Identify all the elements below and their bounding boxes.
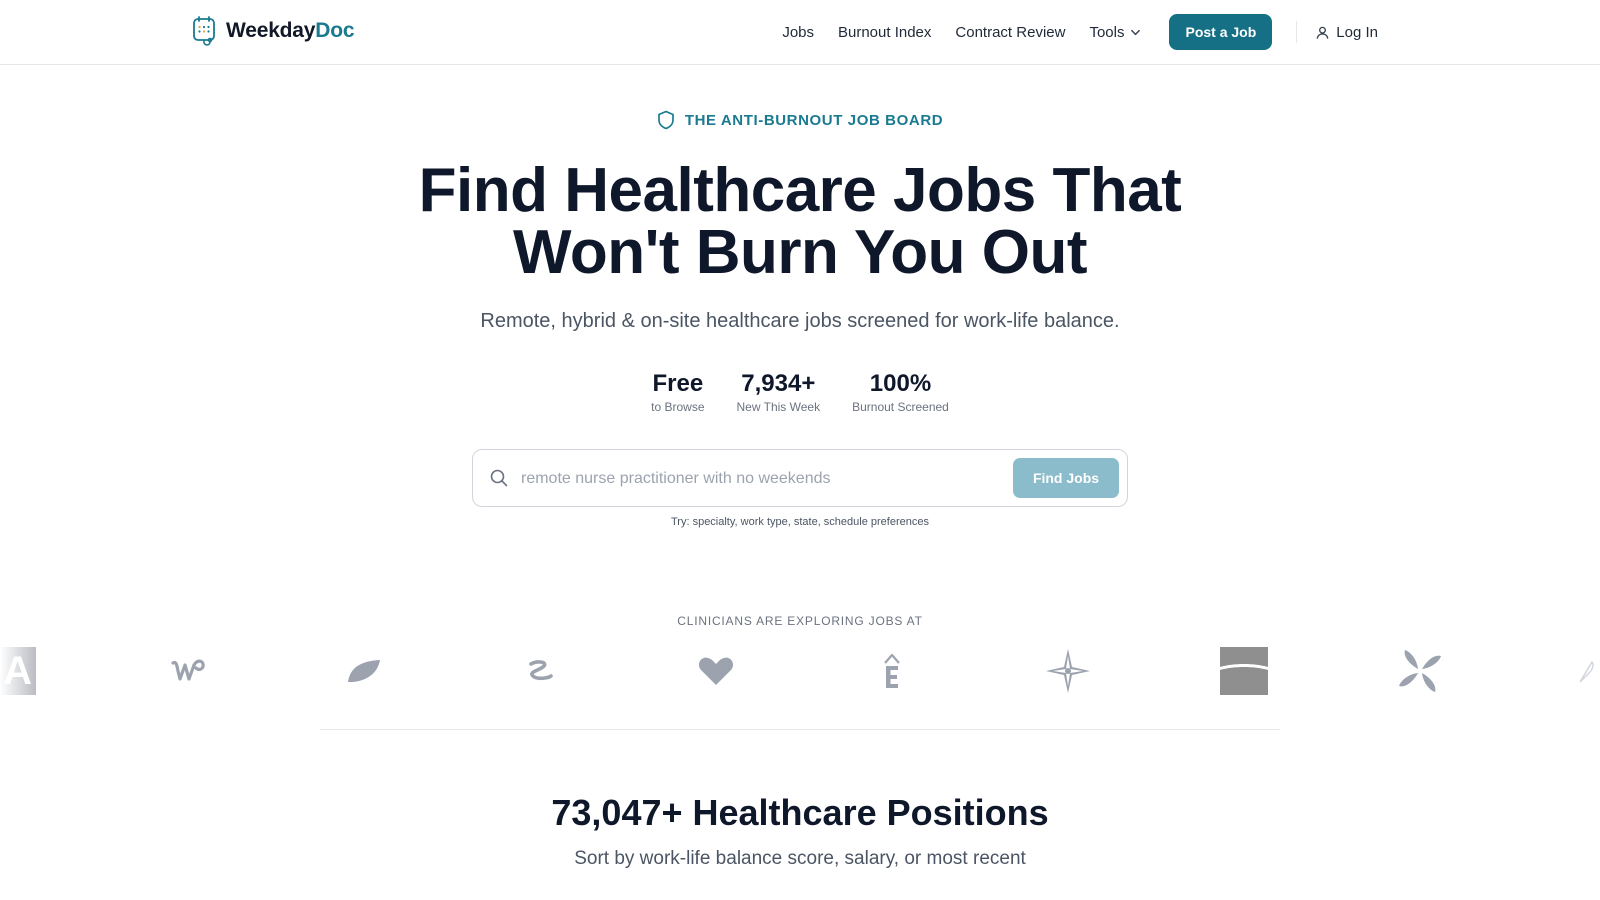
nav-link-jobs[interactable]: Jobs <box>782 24 814 41</box>
search-input[interactable] <box>521 462 991 496</box>
petal-cross-logo-icon <box>1396 646 1444 696</box>
compass-star-logo-icon <box>1044 646 1092 696</box>
hero-stats: Free to Browse 7,934+ New This Week 100%… <box>0 370 1600 414</box>
logos-title: CLINICIANS ARE EXPLORING JOBS AT <box>677 614 923 628</box>
positions-subtitle: Sort by work-life balance score, salary,… <box>574 848 1026 869</box>
stat-label: to Browse <box>651 400 705 414</box>
eyebrow-text: THE ANTI-BURNOUT JOB BOARD <box>684 111 944 129</box>
nav-links: Jobs Burnout Index Contract Review Tools… <box>782 14 1378 50</box>
stethoscope-calendar-icon <box>193 16 215 46</box>
stat-value: 100% <box>869 370 932 397</box>
stat-free: Free to Browse <box>651 370 704 414</box>
stat-new-this-week: 7,934+ New This Week <box>737 370 821 414</box>
walgreens-logo-icon <box>164 646 212 696</box>
feather-logo-icon <box>1572 646 1600 696</box>
hero-subtitle: Remote, hybrid & on-site healthcare jobs… <box>480 310 1120 332</box>
hero-title: Find Healthcare Jobs That Won't Burn You… <box>0 160 1600 284</box>
chevron-down-icon <box>1131 29 1141 35</box>
hero-title-line1: Find Healthcare Jobs That <box>418 156 1182 225</box>
nav-link-tools: Tools <box>1089 23 1125 41</box>
nav-link-contract-review[interactable]: Contract Review <box>955 24 1065 41</box>
arrow-e-logo-icon <box>868 646 916 696</box>
bar-block-logo-icon <box>1220 646 1268 696</box>
user-icon <box>1316 26 1329 39</box>
hero-title-line2: Won't Burn You Out <box>513 218 1087 287</box>
post-job-button[interactable]: Post a Job <box>1169 14 1273 50</box>
leaf-logo-icon <box>340 646 388 696</box>
stat-label: Burnout Screened <box>852 400 949 414</box>
login-label: Log In <box>1336 23 1378 41</box>
job-search-bar: Find Jobs <box>472 449 1128 507</box>
employer-logo-strip: A <box>0 646 1600 696</box>
find-jobs-button[interactable]: Find Jobs <box>1013 458 1119 498</box>
partner-logo-a-letter: A <box>3 648 32 693</box>
search-hint: Try: specialty, work type, state, schedu… <box>670 516 929 528</box>
stat-label: New This Week <box>736 400 821 414</box>
shield-icon <box>657 110 674 130</box>
stat-burnout-screened: 100% Burnout Screened <box>852 370 949 414</box>
brand-name-part1: Weekday <box>226 19 316 42</box>
top-navbar: WeekdayDoc Jobs Burnout Index Contract R… <box>0 0 1600 65</box>
brand-name: WeekdayDoc <box>226 19 355 43</box>
positions-title: 73,047+ Healthcare Positions <box>551 792 1049 833</box>
heart-logo-icon <box>692 646 740 696</box>
login-link[interactable]: Log In <box>1315 24 1378 41</box>
swirl-logo-icon <box>516 646 564 696</box>
stat-value: Free <box>652 370 704 397</box>
nav-tools-dropdown[interactable]: Tools <box>1089 24 1141 41</box>
brand-name-part2: Doc <box>315 19 355 42</box>
nav-link-burnout-index[interactable]: Burnout Index <box>838 24 931 41</box>
search-icon <box>490 469 508 487</box>
hero-eyebrow: THE ANTI-BURNOUT JOB BOARD <box>0 110 1600 130</box>
partner-logo-a: A <box>0 646 36 696</box>
stat-value: 7,934+ <box>741 370 816 397</box>
brand-logo[interactable]: WeekdayDoc <box>192 16 355 46</box>
nav-divider <box>1296 21 1298 43</box>
section-divider <box>320 729 1280 730</box>
